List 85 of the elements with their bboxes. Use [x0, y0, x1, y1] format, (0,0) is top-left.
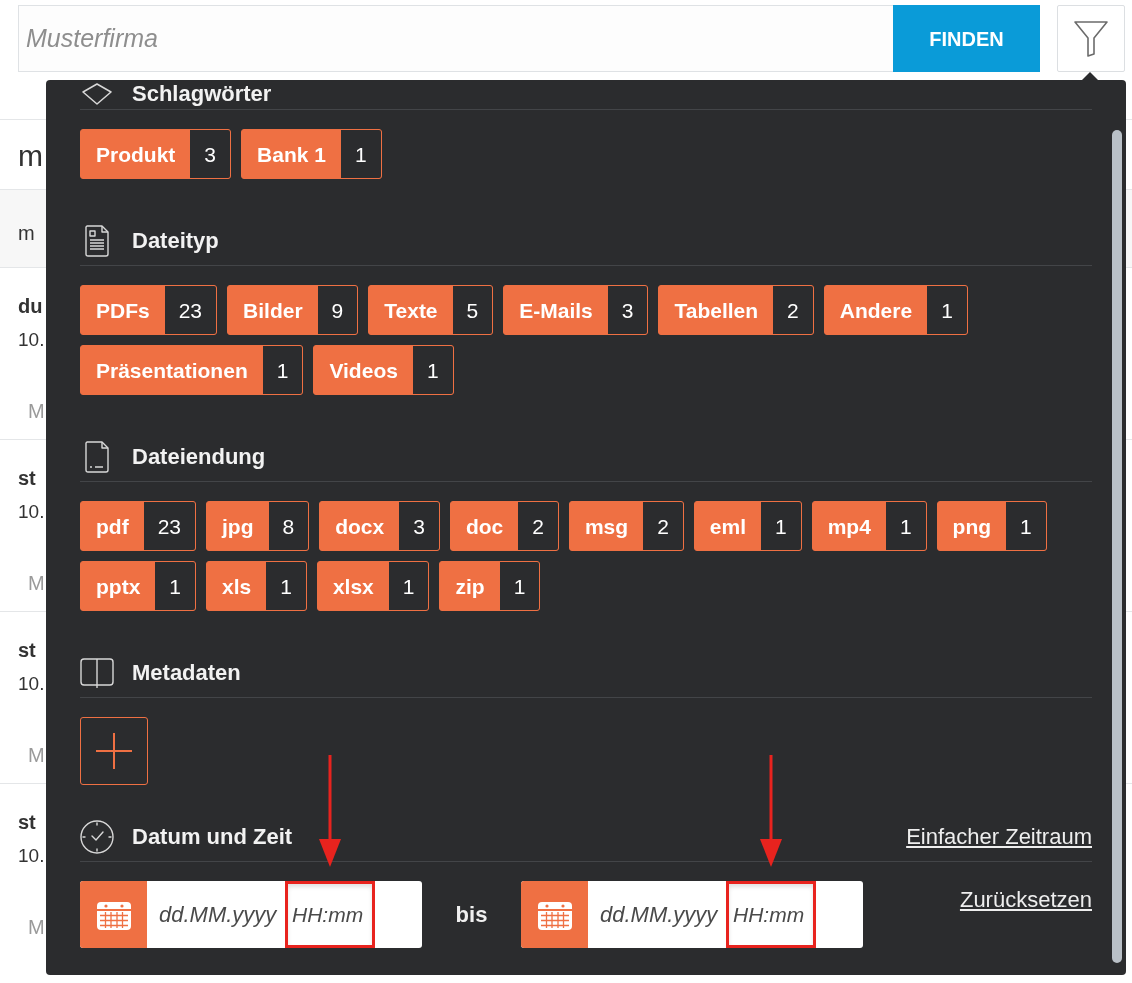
tag-count: 1	[927, 286, 967, 334]
tag-icon	[82, 82, 112, 105]
filter-tag[interactable]: xls 1	[206, 561, 307, 611]
filter-tag[interactable]: pdf 23	[80, 501, 196, 551]
tag-count: 1	[262, 346, 303, 394]
tag-count: 9	[317, 286, 358, 334]
filter-tag[interactable]: docx 3	[319, 501, 440, 551]
section-title: Dateiendung	[132, 444, 266, 470]
page-heading: m	[18, 141, 43, 171]
tag-count: 2	[773, 286, 813, 334]
row-title: du	[18, 294, 43, 318]
row-date: 10.	[18, 500, 45, 524]
range-separator: bis	[454, 901, 489, 928]
tag-count: 1	[1006, 502, 1046, 550]
tag-count: 8	[268, 502, 309, 550]
filter-tag[interactable]: zip 1	[439, 561, 541, 611]
calendar-button[interactable]	[80, 881, 147, 948]
section-title: Datum und Zeit	[132, 824, 293, 850]
tag-count: 5	[452, 286, 493, 334]
tag-count: 1	[885, 502, 926, 550]
filter-tag[interactable]: mp4 1	[811, 501, 927, 551]
filter-tag[interactable]: Videos 1	[313, 345, 454, 395]
file-icon	[85, 441, 109, 473]
tag-count: 1	[499, 562, 540, 610]
plus-icon	[96, 733, 132, 769]
reset-link[interactable]: Zurücksetzen	[959, 887, 1092, 913]
tag-count: 3	[399, 502, 439, 550]
tag-count: 1	[266, 562, 306, 610]
date-input[interactable]: dd.MM.yyyy	[147, 881, 285, 948]
tag-count: 23	[164, 286, 217, 334]
add-button[interactable]	[80, 717, 148, 785]
filter-tag[interactable]: E-Mails 3	[503, 285, 649, 335]
time-input[interactable]: HH:mm	[726, 881, 816, 948]
row-detail: M	[28, 743, 45, 767]
clock-icon	[80, 820, 114, 854]
row-title: st	[18, 466, 36, 490]
filter-icon	[1074, 20, 1108, 57]
simple-range-link[interactable]: Einfacher Zeitraum	[906, 824, 1092, 850]
document-icon	[85, 225, 109, 257]
filter-tag[interactable]: eml 1	[693, 501, 802, 551]
filter-tag[interactable]: Texte 5	[368, 285, 494, 335]
row-date: 10.	[18, 672, 45, 696]
filter-tag[interactable]: Bilder 9	[227, 285, 359, 335]
calendar-button[interactable]	[521, 881, 588, 948]
search-field[interactable]: Musterfirma	[18, 5, 893, 72]
tag-count: 1	[761, 502, 801, 550]
filter-tag[interactable]: msg 2	[568, 501, 684, 551]
filter-tag[interactable]: pptx 1	[80, 561, 196, 611]
filter-tag[interactable]: xlsx 1	[316, 561, 430, 611]
filter-tag[interactable]: Tabellen 2	[658, 285, 814, 335]
row-date: 10.	[18, 844, 45, 868]
time-input[interactable]: HH:mm	[285, 881, 375, 948]
filter-tag[interactable]: PDFs 23	[80, 285, 218, 335]
row-date: 10.	[18, 328, 45, 352]
book-icon	[80, 657, 114, 689]
tag-count: 1	[412, 346, 453, 394]
tag-count: 1	[155, 562, 195, 610]
filter-tag[interactable]: png 1	[936, 501, 1047, 551]
filter-tag[interactable]: Bank 1 1	[241, 129, 382, 179]
calendar-icon	[96, 899, 131, 930]
column-header: m	[18, 223, 35, 243]
tag-count: 3	[190, 130, 231, 178]
tag-count: 1	[388, 562, 429, 610]
filter-tag[interactable]: jpg 8	[206, 501, 310, 551]
row-detail: M	[28, 399, 45, 423]
tag-count: 3	[607, 286, 648, 334]
section-title: Schlagwörter	[132, 80, 272, 107]
section-title: Dateityp	[132, 228, 219, 254]
row-title: st	[18, 810, 36, 834]
row-detail: M	[28, 571, 45, 595]
scrollbar[interactable]	[1112, 130, 1122, 963]
row-detail: M	[28, 915, 45, 939]
tag-count: 2	[518, 502, 558, 550]
section-title: Metadaten	[132, 660, 241, 686]
tag-count: 23	[143, 502, 195, 550]
date-input[interactable]: dd.MM.yyyy	[588, 881, 726, 948]
calendar-icon	[537, 899, 572, 930]
filter-button[interactable]	[1057, 5, 1125, 72]
filter-tag[interactable]: Andere 1	[823, 285, 968, 335]
filter-tag[interactable]: doc 2	[449, 501, 559, 551]
tag-count: 1	[340, 130, 381, 178]
filter-tag[interactable]: Produkt 3	[80, 129, 232, 179]
row-title: st	[18, 638, 36, 662]
tag-count: 2	[643, 502, 683, 550]
filter-tag[interactable]: Präsentationen 1	[80, 345, 304, 395]
